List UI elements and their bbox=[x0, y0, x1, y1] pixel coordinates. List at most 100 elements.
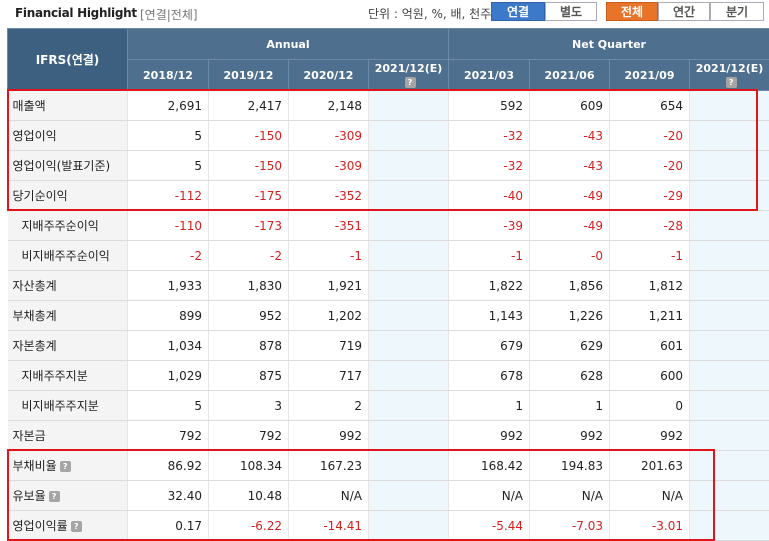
estimate-help-icon[interactable]: ? bbox=[404, 76, 416, 88]
annual-period-button[interactable]: 연간 bbox=[658, 2, 710, 21]
table-cell: 1 bbox=[529, 390, 610, 421]
table-cell: -6.22 bbox=[208, 510, 289, 541]
table-cell: N/A bbox=[448, 480, 530, 511]
row-label-text: 영업이익 bbox=[12, 129, 57, 143]
table-cell bbox=[367, 210, 449, 241]
table-cell: 2,417 bbox=[208, 90, 289, 121]
row-label-text: 지배주주순이익 bbox=[21, 219, 99, 233]
table-cell: -43 bbox=[529, 120, 610, 151]
table-cell: 10.48 bbox=[208, 480, 289, 511]
column-header: 2021/09 bbox=[609, 59, 691, 91]
help-icon[interactable]: ? bbox=[59, 461, 71, 472]
row-label: 영업이익 bbox=[7, 120, 128, 151]
table-cell: 628 bbox=[529, 360, 610, 391]
table-row: 지배주주지분 1,029 875 717 678 628 600 bbox=[7, 360, 769, 391]
row-label: 유보율? bbox=[7, 480, 128, 511]
table-cell: -3.01 bbox=[609, 510, 690, 541]
table-cell: 600 bbox=[609, 360, 690, 391]
quarter-group-header: Net Quarter bbox=[448, 28, 769, 60]
ifrs-header: IFRS(연결) bbox=[7, 28, 128, 91]
row-label-text: 영업이익(발표기준) bbox=[12, 159, 111, 173]
table-cell bbox=[367, 90, 449, 121]
table-cell: -40 bbox=[448, 180, 530, 211]
help-icon[interactable]: ? bbox=[70, 521, 82, 532]
table-cell: 1,029 bbox=[127, 360, 209, 391]
table-cell bbox=[367, 150, 449, 181]
column-header: 2020/12 bbox=[288, 59, 369, 91]
table-row: 매출액 2,691 2,417 2,148 592 609 654 bbox=[7, 90, 769, 121]
all-period-button[interactable]: 전체 bbox=[606, 2, 658, 21]
table-cell bbox=[689, 330, 769, 361]
table-cell bbox=[367, 240, 449, 271]
table-cell: -20 bbox=[609, 120, 690, 151]
table-cell: 1,143 bbox=[448, 300, 530, 331]
table-cell: 875 bbox=[208, 360, 289, 391]
table-cell: -112 bbox=[127, 180, 209, 211]
table-cell: 1,921 bbox=[288, 270, 369, 301]
help-icon[interactable]: ? bbox=[48, 491, 60, 502]
consolidated-toggle-button[interactable]: 연결 bbox=[491, 2, 545, 21]
table-cell bbox=[689, 360, 769, 391]
row-label: 자산총계 bbox=[7, 270, 128, 301]
annual-group-header: Annual bbox=[126, 28, 450, 60]
table-cell bbox=[689, 300, 769, 331]
table-cell: -309 bbox=[288, 120, 369, 151]
table-cell: 0 bbox=[609, 390, 690, 421]
table-cell bbox=[689, 480, 769, 511]
table-cell bbox=[367, 120, 449, 151]
table-row: 비지배주주순이익 -2 -2 -1 -1 -0 -1 bbox=[7, 240, 769, 271]
row-label-text: 자산총계 bbox=[12, 279, 57, 293]
quarter-period-button[interactable]: 분기 bbox=[710, 2, 764, 21]
column-header: 2021/12(E)? bbox=[689, 59, 769, 91]
table-cell: 32.40 bbox=[127, 480, 209, 511]
column-header: 2021/12(E)? bbox=[367, 59, 450, 91]
table-cell: 952 bbox=[208, 300, 289, 331]
table-cell: -150 bbox=[208, 120, 289, 151]
row-label: 비지배주주순이익 bbox=[7, 240, 128, 271]
table-cell bbox=[367, 390, 449, 421]
table-cell: 654 bbox=[609, 90, 690, 121]
row-label: 지배주주지분 bbox=[7, 360, 128, 391]
table-cell: -20 bbox=[609, 150, 690, 181]
table-row: 자산총계 1,933 1,830 1,921 1,822 1,856 1,812 bbox=[7, 270, 769, 301]
row-label: 당기순이익 bbox=[7, 180, 128, 211]
table-cell: -1 bbox=[448, 240, 530, 271]
table-cell: 678 bbox=[448, 360, 530, 391]
row-label: 지배주주순이익 bbox=[7, 210, 128, 241]
table-cell bbox=[689, 150, 769, 181]
table-cell: 1,822 bbox=[448, 270, 530, 301]
table-row: 영업이익(발표기준) 5 -150 -309 -32 -43 -20 bbox=[7, 150, 769, 181]
table-cell: 601 bbox=[609, 330, 690, 361]
row-label-text: 매출액 bbox=[12, 99, 46, 113]
row-label-text: 자본금 bbox=[12, 429, 46, 443]
table-cell bbox=[367, 300, 449, 331]
table-cell: 1,034 bbox=[127, 330, 209, 361]
financial-table: IFRS(연결) Annual Net Quarter 2018/12 2019/… bbox=[7, 28, 769, 541]
table-row: 비지배주주지분 5 3 2 1 1 0 bbox=[7, 390, 769, 421]
table-cell: -175 bbox=[208, 180, 289, 211]
table-cell: N/A bbox=[609, 480, 690, 511]
financial-highlight-header: Financial Highlight [연결|전체] 단위 : 억원, %, … bbox=[0, 0, 769, 28]
table-cell: -28 bbox=[609, 210, 690, 241]
table-cell bbox=[689, 420, 769, 451]
table-cell: 2 bbox=[288, 390, 369, 421]
table-cell: N/A bbox=[288, 480, 369, 511]
unit-label: 단위 : 억원, %, 배, 천주 bbox=[368, 7, 492, 21]
separate-toggle-button[interactable]: 별도 bbox=[545, 2, 597, 21]
table-cell: -7.03 bbox=[529, 510, 610, 541]
table-cell: -32 bbox=[448, 120, 530, 151]
estimate-help-icon[interactable]: ? bbox=[725, 76, 737, 88]
table-cell: 609 bbox=[529, 90, 610, 121]
row-label-text: 영업이익률 bbox=[12, 519, 68, 533]
table-cell bbox=[367, 420, 449, 451]
table-cell: -150 bbox=[208, 150, 289, 181]
row-label-text: 당기순이익 bbox=[12, 189, 68, 203]
table-cell: 592 bbox=[448, 90, 530, 121]
table-cell: 629 bbox=[529, 330, 610, 361]
table-row: 부채총계 899 952 1,202 1,143 1,226 1,211 bbox=[7, 300, 769, 331]
table-cell: N/A bbox=[529, 480, 610, 511]
table-cell: 1,856 bbox=[529, 270, 610, 301]
table-cell: -39 bbox=[448, 210, 530, 241]
table-cell bbox=[689, 450, 769, 481]
table-cell: 899 bbox=[127, 300, 209, 331]
